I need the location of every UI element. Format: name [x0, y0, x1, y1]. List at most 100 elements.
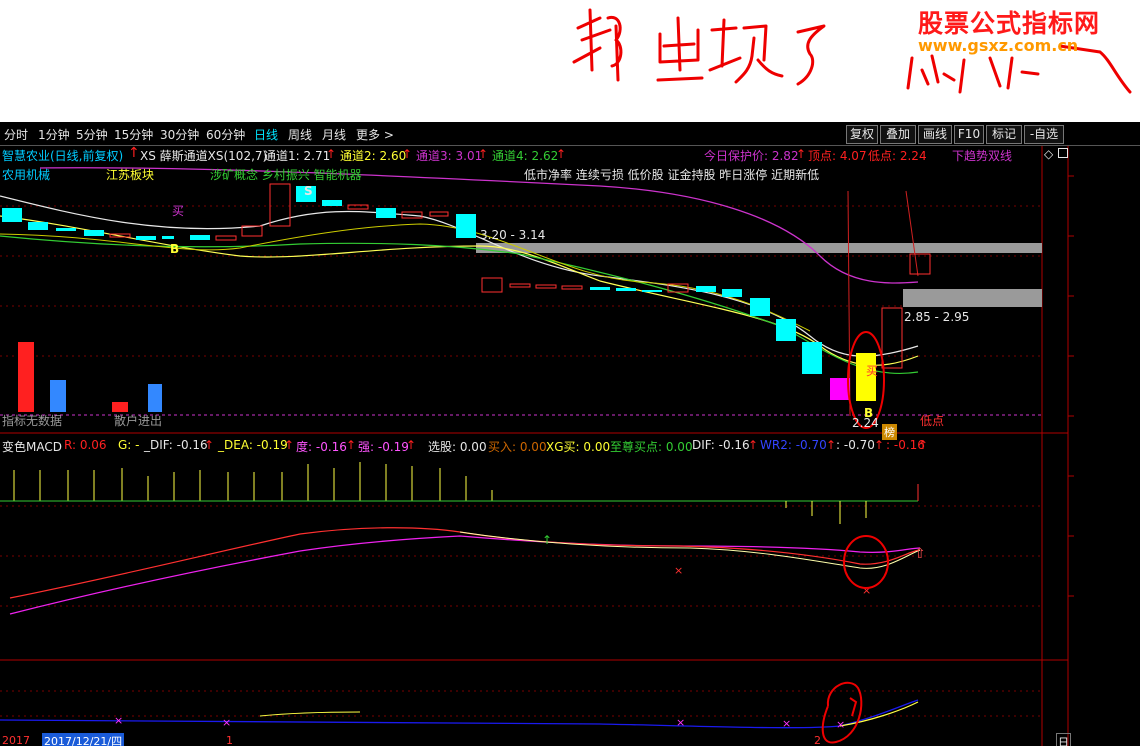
f10-button[interactable]: F10	[954, 125, 984, 144]
add-watchlist-button[interactable]: -自选	[1024, 125, 1064, 144]
low-point-value: 低点: 2.24	[868, 149, 927, 163]
date-year-label: 2017	[2, 734, 30, 746]
candle	[347, 204, 369, 210]
pane-control-icon[interactable]: ◇	[1044, 147, 1053, 161]
channel-line-purple	[39, 167, 919, 284]
macd-dea: _DEA: -0.19	[218, 438, 288, 452]
period-tab-timeshare[interactable]: 分时	[4, 126, 28, 143]
lower-yellow-line	[259, 711, 361, 717]
candle	[722, 289, 742, 297]
candle	[802, 342, 822, 374]
up-arrow-icon: ↑	[918, 438, 929, 452]
candle	[28, 222, 48, 230]
retail-flow-label: 散户进出	[114, 414, 163, 428]
axis-ticks	[1068, 175, 1074, 597]
candle	[616, 288, 636, 291]
candle	[84, 230, 104, 236]
sector-label: 江苏板块	[106, 168, 155, 182]
indicator-no-data: 指标无数据	[2, 414, 63, 428]
macd-g: G: -	[118, 438, 140, 452]
watermark-site-url: www.gsxz.com.cn	[918, 36, 1079, 55]
candle	[590, 287, 610, 290]
stock-tags: 低市净率 连续亏损 低价股 证金持股 昨日涨停 近期新低	[524, 168, 820, 182]
macd-qiang: 强: -0.19	[358, 440, 409, 454]
channel-line-green	[0, 235, 919, 374]
macd-du: 度: -0.16	[296, 440, 347, 454]
period-tab-15min[interactable]: 15分钟	[114, 126, 153, 143]
macd-histogram	[0, 462, 919, 524]
pane-toggle-icon[interactable]	[1058, 148, 1068, 158]
selected-date[interactable]: 2017/12/21/四	[42, 733, 125, 746]
period-tab-daily[interactable]: 日线	[254, 126, 278, 143]
period-tab-1min[interactable]: 1分钟	[38, 126, 70, 143]
macd-xgbuy: XG买: 0.00	[546, 440, 611, 454]
candle	[830, 378, 850, 400]
macd-buy-in: 买入: 0.00	[488, 440, 547, 454]
candle	[2, 208, 22, 222]
macd-title: 变色MACD	[2, 440, 62, 454]
b-signal: B	[170, 242, 180, 256]
trend-label: 下趋势双线	[952, 149, 1013, 163]
svg-text:×: ×	[676, 716, 685, 729]
macd-dif-line	[9, 527, 921, 599]
resistance-band-lower	[903, 289, 1042, 307]
retail-bar	[18, 342, 34, 412]
candle	[190, 235, 210, 240]
day-period-button[interactable]: 日	[1056, 733, 1071, 746]
overlay-button[interactable]: 叠加	[880, 125, 916, 144]
channel-line-olive	[0, 223, 811, 332]
candle	[561, 285, 583, 290]
period-tab-5min[interactable]: 5分钟	[76, 126, 108, 143]
period-menu-bar: 分时 1分钟 5分钟 15分钟 30分钟 60分钟 日线 周线 月线 更多 > …	[0, 122, 1140, 146]
candle	[215, 235, 237, 241]
sector-label: 涉矿概念 乡村振兴 智能机器	[210, 168, 362, 182]
period-tab-weekly[interactable]: 周线	[288, 126, 312, 143]
candle	[509, 283, 531, 288]
up-arrow-icon: ↑	[284, 438, 295, 452]
candle	[162, 236, 174, 239]
stock-chart-window: 分时 1分钟 5分钟 15分钟 30分钟 60分钟 日线 周线 月线 更多 > …	[0, 122, 1140, 746]
macd-wr2: WR2: -0.70	[760, 438, 827, 452]
period-tab-monthly[interactable]: 月线	[322, 126, 346, 143]
macd-r: R: 0.06	[64, 438, 107, 452]
range-label-lower: 2.85 - 2.95	[904, 310, 970, 324]
macd-xg: 选股: 0.00	[428, 440, 487, 454]
up-arrow-icon: ↑	[796, 147, 807, 161]
up-arrow-icon: ↑	[478, 147, 489, 161]
spike-line-2	[905, 190, 919, 277]
macd-up-marker: ↑	[542, 533, 552, 547]
candle	[696, 286, 716, 292]
channel-3-value: 通道3: 3.01	[416, 149, 483, 163]
period-tab-30min[interactable]: 30分钟	[160, 126, 199, 143]
candle	[535, 284, 557, 289]
macd-dea-line	[9, 535, 921, 615]
candle	[909, 253, 931, 275]
restore-rights-button[interactable]: 复权	[846, 125, 878, 144]
draw-line-button[interactable]: 画线	[918, 125, 952, 144]
channel-1-value: 通道1: 2.71	[264, 149, 331, 163]
up-arrow-icon: ↑	[748, 438, 759, 452]
svg-text:×: ×	[114, 714, 123, 727]
low-point-label: 低点	[920, 414, 945, 428]
period-tab-more[interactable]: 更多 >	[356, 126, 394, 143]
range-label-upper: 3.20 - 3.14	[480, 228, 546, 242]
svg-text:×: ×	[222, 716, 231, 729]
channel-4-value: 通道4: 2.62	[492, 149, 559, 163]
macd-cross-marker: ×	[674, 564, 683, 577]
candle	[322, 200, 342, 206]
macd-dif2: DIF: -0.16	[692, 438, 750, 452]
screenshot-top-area: 股票公式指标网 www.gsxz.com.cn	[0, 0, 1140, 122]
period-tab-60min[interactable]: 60分钟	[206, 126, 245, 143]
lower-markers: × × × × ×	[114, 714, 845, 731]
macd-dif: _DIF: -0.16	[144, 438, 208, 452]
low-price-label: 2.24	[852, 416, 879, 430]
stock-title: 智慧农业(日线,前复权)	[2, 149, 124, 163]
up-arrow-icon: ↑	[406, 438, 417, 452]
up-arrow-icon: ↑	[346, 438, 357, 452]
candle	[750, 298, 770, 316]
up-arrow-icon: ↑	[204, 438, 215, 452]
buy-label: 买	[866, 364, 879, 378]
mark-button[interactable]: 标记	[986, 125, 1022, 144]
up-arrow-icon: ↑	[826, 438, 837, 452]
up-arrow-icon: ↑	[874, 438, 885, 452]
